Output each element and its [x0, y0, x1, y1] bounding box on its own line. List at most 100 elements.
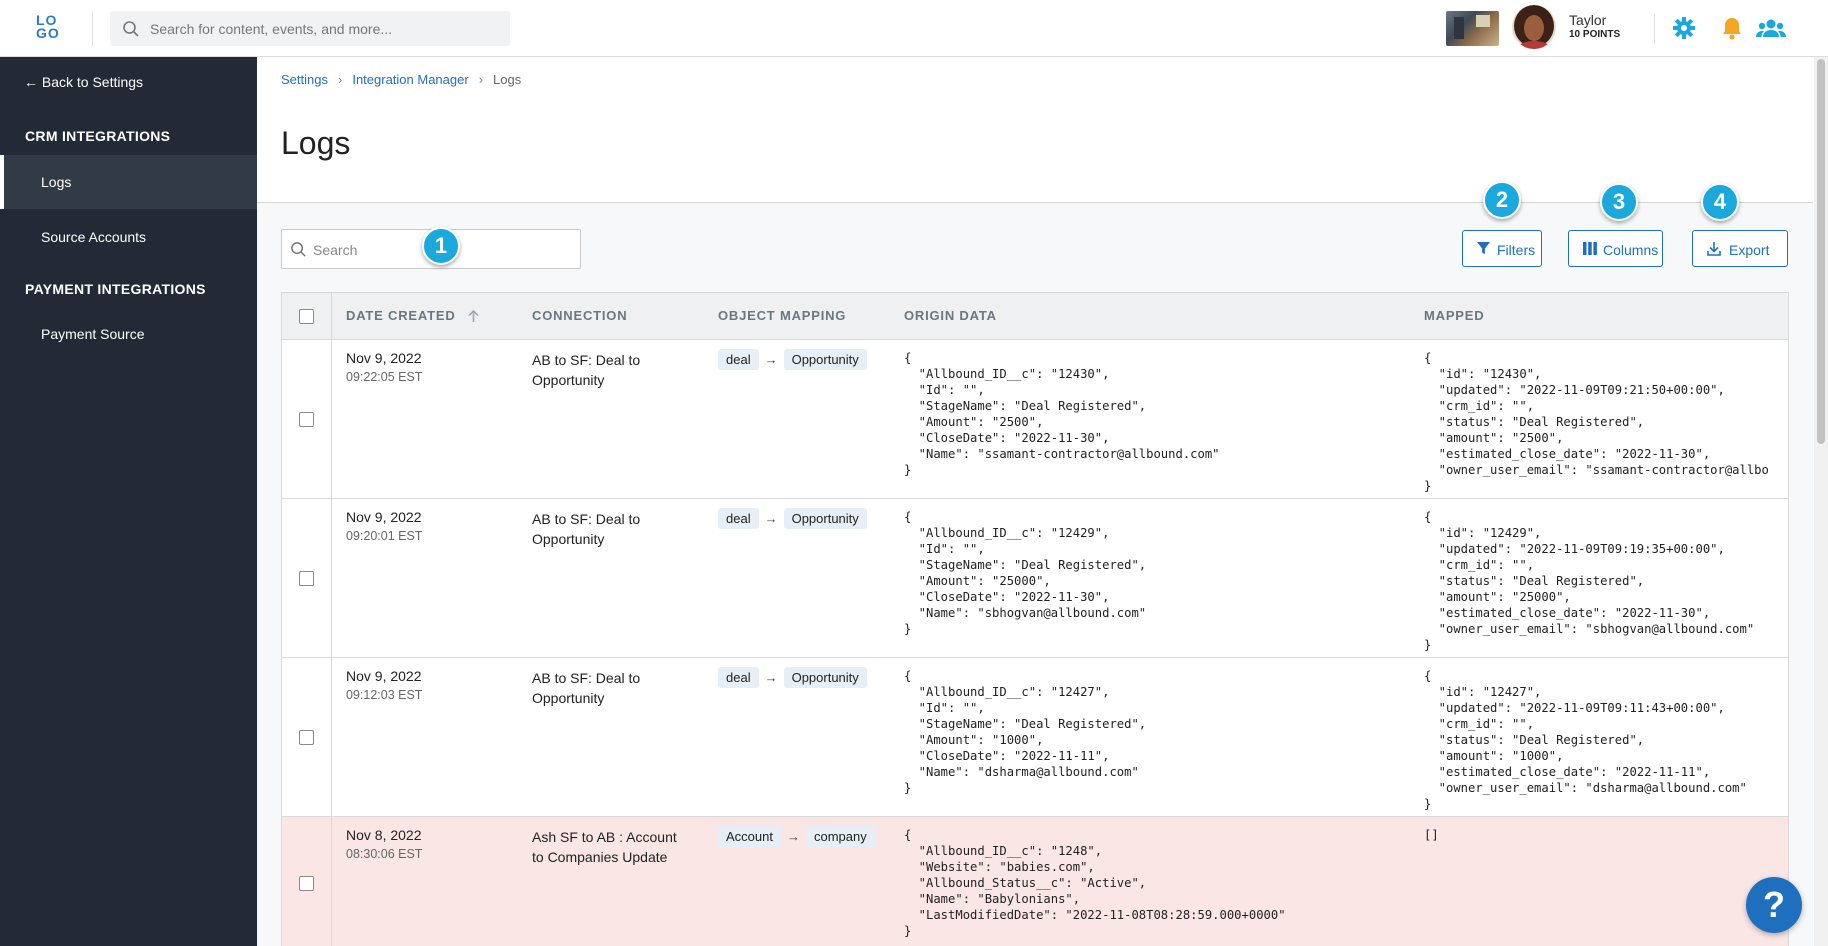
table-row-error[interactable]: Nov 8, 2022 08:30:06 EST Ash SF to AB : …: [282, 817, 1788, 946]
help-button[interactable]: ?: [1746, 877, 1802, 933]
mapped-data-json: { "id": "12430", "updated": "2022-11-09T…: [1424, 351, 1769, 493]
divider: [1654, 14, 1655, 44]
arrow-right-icon: →: [764, 670, 778, 685]
table-row[interactable]: Nov 9, 2022 09:12:03 EST AB to SF: Deal …: [282, 658, 1788, 817]
download-icon: [1707, 242, 1721, 256]
step-badge-2: 2: [1483, 181, 1521, 219]
page-scrollbar[interactable]: [1814, 57, 1828, 946]
column-divider: [331, 293, 332, 946]
filter-icon: [1477, 242, 1490, 255]
origin-data-json: { "Allbound_ID__c": "12429", "Id": "", "…: [904, 510, 1147, 636]
column-header-connection[interactable]: CONNECTION: [532, 308, 627, 323]
row-checkbox[interactable]: [299, 412, 314, 427]
gear-icon[interactable]: [1671, 15, 1697, 41]
origin-data-json: { "Allbound_ID__c": "12430", "Id": "", "…: [904, 351, 1220, 477]
row-time: 09:12:03 EST: [346, 688, 423, 702]
breadcrumb-current: Logs: [493, 72, 522, 87]
breadcrumb-settings[interactable]: Settings: [281, 72, 328, 87]
crm-integrations-heading: CRM INTEGRATIONS: [25, 128, 171, 144]
object-mapping: Account → company: [718, 826, 875, 847]
mapped-data-json: []: [1424, 828, 1439, 842]
user-name[interactable]: Taylor: [1569, 12, 1606, 28]
scrollbar-thumb[interactable]: [1817, 59, 1825, 444]
step-badge-1: 1: [422, 227, 460, 265]
logo[interactable]: LO GO: [36, 13, 66, 42]
row-checkbox[interactable]: [299, 876, 314, 891]
back-to-settings-link[interactable]: ← Back to Settings: [24, 74, 143, 90]
select-all-checkbox[interactable]: [299, 309, 314, 324]
column-header-origin-data[interactable]: ORIGIN DATA: [904, 308, 997, 323]
sidebar-item-label: Payment Source: [41, 326, 145, 342]
logo-text-bottom: GO: [36, 25, 60, 41]
mapping-target-chip: Opportunity: [783, 667, 867, 688]
users-icon[interactable]: [1756, 15, 1786, 41]
row-connection: AB to SF: Deal to Opportunity: [532, 670, 641, 706]
arrow-right-icon: →: [786, 829, 800, 844]
search-icon: [291, 242, 306, 257]
mapping-source-chip: Account: [718, 826, 781, 847]
columns-button[interactable]: Columns: [1568, 230, 1663, 267]
arrow-right-icon: →: [764, 352, 778, 367]
row-connection: AB to SF: Deal to Opportunity: [532, 511, 641, 547]
search-placeholder: Search for content, events, and more...: [150, 21, 393, 37]
row-checkbox[interactable]: [299, 571, 314, 586]
avatar[interactable]: [1512, 5, 1556, 49]
mapping-source-chip: deal: [718, 349, 759, 370]
origin-data-json: { "Allbound_ID__c": "1248", "Website": "…: [904, 828, 1286, 938]
mapping-target-chip: company: [805, 826, 875, 847]
filters-label: Filters: [1497, 242, 1536, 258]
column-header-mapped[interactable]: MAPPED: [1424, 308, 1484, 323]
object-mapping: deal → Opportunity: [718, 508, 867, 529]
sort-ascending-icon[interactable]: [468, 309, 479, 322]
search-placeholder: Search: [313, 242, 358, 258]
row-date: Nov 9, 2022: [346, 350, 422, 366]
logs-table: DATE CREATED CONNECTION OBJECT MAPPING O…: [281, 292, 1789, 946]
table-row[interactable]: Nov 9, 2022 09:20:01 EST AB to SF: Deal …: [282, 499, 1788, 658]
arrow-right-icon: →: [764, 511, 778, 526]
mapping-source-chip: deal: [718, 508, 759, 529]
breadcrumb-integration-manager[interactable]: Integration Manager: [352, 72, 468, 87]
row-checkbox[interactable]: [299, 730, 314, 745]
sidebar-item-payment-source[interactable]: Payment Source: [0, 307, 257, 361]
mapping-source-chip: deal: [718, 667, 759, 688]
columns-icon: [1583, 242, 1597, 255]
top-header: LO GO Search for content, events, and mo…: [0, 0, 1828, 57]
chevron-right-icon: ›: [478, 72, 484, 87]
sidebar-item-label: Logs: [41, 174, 72, 190]
column-header-object-mapping[interactable]: OBJECT MAPPING: [718, 308, 846, 323]
step-badge-3: 3: [1600, 183, 1638, 221]
object-mapping: deal → Opportunity: [718, 667, 867, 688]
breadcrumb: Settings › Integration Manager › Logs: [281, 72, 521, 87]
sidebar-item-logs[interactable]: Logs: [0, 155, 257, 209]
columns-label: Columns: [1603, 242, 1659, 258]
table-row[interactable]: Nov 9, 2022 09:22:05 EST AB to SF: Deal …: [282, 340, 1788, 499]
sidebar-item-label: Source Accounts: [41, 229, 147, 245]
row-date: Nov 9, 2022: [346, 509, 422, 525]
main-content: Settings › Integration Manager › Logs Logs S…: [257, 57, 1813, 946]
row-date: Nov 8, 2022: [346, 827, 422, 843]
sidebar-item-source-accounts[interactable]: Source Accounts: [0, 210, 257, 264]
row-time: 09:22:05 EST: [346, 370, 423, 384]
divider: [92, 12, 93, 46]
export-label: Export: [1729, 242, 1770, 258]
filters-button[interactable]: Filters: [1462, 230, 1542, 267]
object-mapping: deal → Opportunity: [718, 349, 867, 370]
row-time: 09:20:01 EST: [346, 529, 423, 543]
user-points: 10 POINTS: [1569, 29, 1621, 40]
profile-cover-image[interactable]: [1446, 11, 1499, 46]
mapping-target-chip: Opportunity: [783, 508, 867, 529]
table-header: DATE CREATED CONNECTION OBJECT MAPPING O…: [282, 293, 1788, 340]
origin-data-json: { "Allbound_ID__c": "12427", "Id": "", "…: [904, 669, 1147, 795]
export-button[interactable]: Export: [1692, 230, 1788, 267]
mapped-data-json: { "id": "12429", "updated": "2022-11-09T…: [1424, 510, 1755, 652]
row-time: 08:30:06 EST: [346, 847, 423, 861]
search-icon: [123, 21, 139, 37]
global-search-input[interactable]: Search for content, events, and more...: [110, 11, 510, 46]
column-header-label: DATE CREATED: [346, 308, 456, 323]
column-header-date-created[interactable]: DATE CREATED: [346, 308, 479, 323]
step-badge-4: 4: [1701, 183, 1739, 221]
bell-icon[interactable]: [1719, 15, 1745, 41]
page-title: Logs: [281, 125, 351, 161]
row-date: Nov 9, 2022: [346, 668, 422, 684]
payment-integrations-heading: PAYMENT INTEGRATIONS: [25, 281, 206, 297]
